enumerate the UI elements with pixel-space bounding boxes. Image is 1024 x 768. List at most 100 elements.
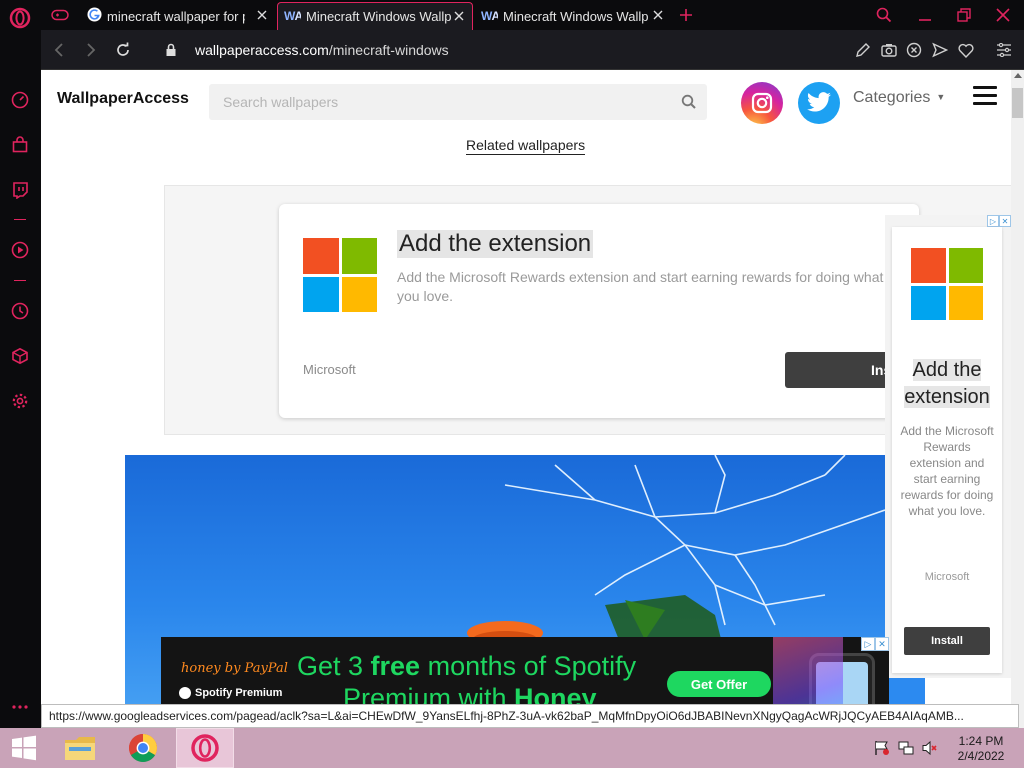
heart-icon[interactable] [956,40,976,60]
microsoft-logo-icon [303,238,377,312]
page-viewport: WallpaperAccess Categories ▼ Related wall… [41,70,1024,728]
side-ad: ▷ ✕ Add the extension Add the Microsoft Re… [885,215,1011,678]
tab-label: Minecraft Windows Wallpa [306,9,452,24]
clock-time: 1:24 PM [958,734,1004,748]
send-icon[interactable] [930,40,950,60]
wallpaperaccess-icon: WA [284,9,304,24]
shopping-bag-icon[interactable] [8,133,32,157]
file-explorer-icon[interactable] [57,728,103,768]
minimize-icon[interactable] [914,4,936,26]
new-tab-plus-icon[interactable] [675,4,697,26]
get-offer-button[interactable]: Get Offer [667,671,771,697]
opera-taskbar-icon[interactable] [176,728,234,768]
address-bar: wallpaperaccess.com/minecraft-windows [41,30,1024,70]
back-icon[interactable] [49,40,69,60]
link-status-bar: https://www.googleadservices.com/pagead/… [41,704,1019,728]
promo-headline: Get 3 free months of Spotify [297,651,636,682]
reload-icon[interactable] [113,40,133,60]
tab-label: Minecraft Windows Wallpa [503,8,649,24]
history-clock-icon[interactable] [8,299,32,323]
ad-brand: Microsoft [303,362,356,377]
site-logo[interactable]: WallpaperAccess [57,90,189,108]
side-ad-title: Add the extension [892,357,1002,411]
settings-gear-icon[interactable] [8,389,32,413]
extensions-cube-icon[interactable] [8,344,32,368]
start-windows-icon[interactable] [4,728,44,768]
spotify-icon [179,687,191,699]
speed-dial-icon[interactable] [8,88,32,112]
url-domain: wallpaperaccess.com [195,42,329,58]
ad-choices-icon[interactable]: ▷ ✕ [861,637,889,651]
side-ad-title-line1: Add the [912,359,982,381]
chrome-icon[interactable] [117,728,169,768]
sidebar-separator [14,280,26,281]
side-ad-brand: Microsoft [924,571,970,583]
tab-close-icon[interactable] [452,9,466,23]
microsoft-logo-icon [911,248,983,320]
system-clock[interactable]: 1:24 PM 2/4/2022 [955,734,1007,764]
url-path: /minecraft-windows [328,42,449,58]
promo-text-1c: months of Spotify [420,651,637,681]
search-tabs-icon[interactable] [873,4,895,26]
related-wallpapers-link[interactable]: Related wallpapers [466,137,586,155]
promo-text-1a: Get 3 [297,651,371,681]
opera-menu-icon[interactable] [8,6,32,30]
player-icon[interactable] [8,238,32,262]
google-icon [87,7,102,25]
twitter-icon[interactable] [798,82,840,124]
windows-taskbar: 1:24 PM 2/4/2022 [0,728,1024,768]
page-scrollbar[interactable] [1011,70,1024,728]
honey-logo: honey by PayPal [181,661,288,676]
site-header: WallpaperAccess Categories ▼ [41,70,1011,132]
side-ad-title-line2: extension [904,386,990,408]
ad-card[interactable]: Add the extension Add the Microsoft Rewa… [279,204,919,418]
svg-text:A: A [492,9,499,21]
tab-minecraft-active[interactable]: WA Minecraft Windows Wallpa [277,2,473,30]
search-input[interactable] [209,84,669,120]
easy-setup-icon[interactable] [994,40,1014,60]
ad-title[interactable]: Add the extension [397,230,594,258]
edit-icon[interactable] [853,40,873,60]
twitch-icon[interactable] [8,178,32,202]
instagram-icon[interactable] [741,82,783,124]
tab-minecraft-2[interactable]: WA Minecraft Windows Wallpa [475,2,671,30]
scroll-thumb[interactable] [1012,88,1023,118]
forward-icon[interactable] [81,40,101,60]
ad-choices-icon[interactable]: ▷ ✕ [987,215,1011,227]
more-dots-icon[interactable] [8,695,32,719]
side-ad-card[interactable]: Add the extension Add the Microsoft Rewar… [892,227,1002,673]
url-field[interactable]: wallpaperaccess.com/minecraft-windows [195,42,449,58]
promo-text-1b: free [370,651,421,681]
spotify-text: Spotify Premium [195,687,283,699]
wallpaperaccess-icon: WA [481,9,501,24]
tab-label: minecraft wallpaper for pc [107,8,245,24]
scroll-up-arrow-icon[interactable] [1014,73,1022,78]
tab-google-search[interactable]: minecraft wallpaper for pc [81,2,275,30]
lock-icon[interactable] [161,40,181,60]
hamburger-menu-icon[interactable] [973,86,997,108]
side-ad-install-button[interactable]: Install [904,627,990,655]
categories-label: Categories [853,89,931,106]
camera-icon[interactable] [879,40,899,60]
gamepad-icon[interactable] [49,4,71,26]
ad-description: Add the Microsoft Rewards extension and … [397,269,884,304]
search-box [209,84,707,120]
categories-dropdown[interactable]: Categories ▼ [853,89,945,107]
clock-date: 2/4/2022 [957,749,1005,763]
svg-text:A: A [295,9,302,21]
tab-close-icon[interactable] [255,8,269,22]
volume-muted-icon[interactable] [922,740,938,756]
spotify-premium-label: Spotify Premium [179,687,282,699]
side-ad-description: Add the Microsoft Rewards extension and … [900,424,994,518]
adblock-icon[interactable] [904,40,924,60]
restore-icon[interactable] [953,4,975,26]
sidebar-separator [14,219,26,220]
search-icon[interactable] [681,94,697,110]
opera-sidebar [0,0,41,728]
chevron-down-icon: ▼ [936,92,946,102]
tab-strip: minecraft wallpaper for pc WA Minecraft … [41,0,1024,30]
close-window-icon[interactable] [992,4,1014,26]
network-icon[interactable] [898,740,914,756]
tab-close-icon[interactable] [651,8,665,22]
flag-icon[interactable] [874,740,890,756]
